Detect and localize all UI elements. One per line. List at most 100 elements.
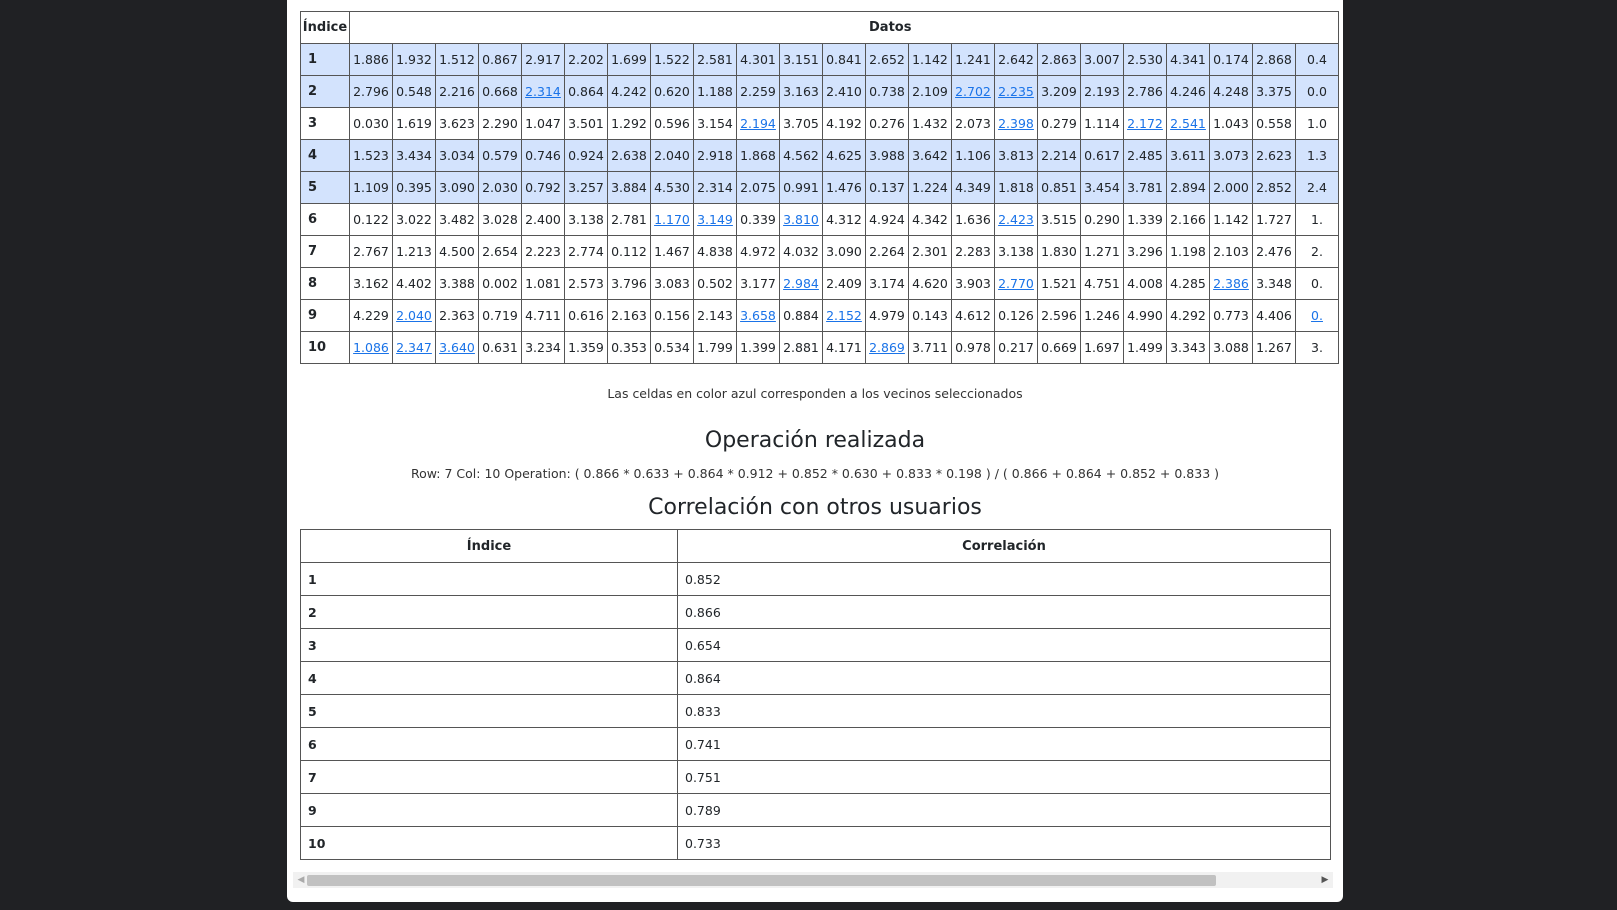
- data-cell: 2.223: [521, 235, 565, 268]
- neighbor-value-link[interactable]: 2.398: [998, 116, 1034, 131]
- data-cell: 3.088: [1209, 331, 1253, 364]
- neighbor-value-link[interactable]: 2.040: [396, 308, 432, 323]
- neighbor-value-link[interactable]: 2.152: [826, 308, 862, 323]
- data-cell: 1.521: [1037, 267, 1081, 300]
- data-cell: 1.3: [1295, 139, 1339, 172]
- neighbor-value-link[interactable]: 2.172: [1127, 116, 1163, 131]
- neighbor-value-link[interactable]: 1.086: [353, 340, 389, 355]
- neighbor-value-link[interactable]: 2.702: [955, 84, 991, 99]
- data-cell: 2.400: [521, 203, 565, 236]
- data-cell: 0.738: [865, 75, 909, 108]
- data-cell: 1.109: [349, 171, 393, 204]
- data-cell: 3.781: [1123, 171, 1167, 204]
- data-cell: 1.522: [650, 43, 694, 76]
- horizontal-scrollbar[interactable]: ◀ ▶: [293, 872, 1333, 888]
- data-cell: 2.638: [607, 139, 651, 172]
- neighbor-value-link[interactable]: 2.314: [525, 84, 561, 99]
- data-cell: 0.122: [349, 203, 393, 236]
- data-table-viewport[interactable]: Índice Datos 1 1.886 1.932 1.512 0.867 2.917 2…: [300, 11, 1341, 373]
- data-cell: 3.813: [994, 139, 1038, 172]
- data-cell: 3.515: [1037, 203, 1081, 236]
- neighbor-value-link[interactable]: 2.194: [740, 116, 776, 131]
- correlation-value: 0.751: [677, 760, 1331, 794]
- neighbor-value-link[interactable]: 2.770: [998, 276, 1034, 291]
- correlation-row: 4 0.864: [300, 661, 1331, 695]
- data-cell: 0.548: [392, 75, 436, 108]
- data-cell: 2.073: [951, 107, 995, 140]
- data-cell: 1.830: [1037, 235, 1081, 268]
- data-cell: 0.112: [607, 235, 651, 268]
- data-cell: 3.090: [822, 235, 866, 268]
- neighbor-value-link[interactable]: 3.810: [783, 212, 819, 227]
- neighbor-value-link[interactable]: 3.640: [439, 340, 475, 355]
- scrollbar-thumb[interactable]: [307, 875, 1216, 886]
- data-row: 1 1.886 1.932 1.512 0.867 2.917 2.202 1.699 1.52…: [300, 43, 1339, 76]
- data-cell: 4.838: [693, 235, 737, 268]
- correlation-row: 10 0.733: [300, 826, 1331, 860]
- data-cell: 0.841: [822, 43, 866, 76]
- data-cell: 4.229: [349, 299, 393, 332]
- correlation-row: 1 0.852: [300, 562, 1331, 596]
- data-cell: 2.235: [994, 75, 1038, 108]
- data-cell: 1.106: [951, 139, 995, 172]
- data-cell: 0.558: [1252, 107, 1296, 140]
- correlation-row: 2 0.866: [300, 595, 1331, 629]
- data-cell: 2.264: [865, 235, 909, 268]
- data-cell: 2.918: [693, 139, 737, 172]
- data-cell: 1.114: [1080, 107, 1124, 140]
- neighbor-value-link[interactable]: 2.235: [998, 84, 1034, 99]
- data-cell: 1.636: [951, 203, 995, 236]
- neighbor-value-link[interactable]: 2.984: [783, 276, 819, 291]
- data-cell: 4.032: [779, 235, 823, 268]
- data-cell: 4.008: [1123, 267, 1167, 300]
- neighbor-value-link[interactable]: 2.347: [396, 340, 432, 355]
- correlation-row-index: 2: [300, 595, 678, 629]
- data-cell: 2.103: [1209, 235, 1253, 268]
- data-cell: 2.363: [435, 299, 479, 332]
- data-cell: 2.283: [951, 235, 995, 268]
- data-cell: 1.499: [1123, 331, 1167, 364]
- correlation-value: 0.741: [677, 727, 1331, 761]
- scroll-right-arrow-icon[interactable]: ▶: [1317, 872, 1333, 888]
- data-row: 10 1.086 2.347 3.640 0.631 3.234 1.359 0.353 0.5…: [300, 331, 1339, 364]
- data-cell: 2.868: [1252, 43, 1296, 76]
- data-cell: 0.616: [564, 299, 608, 332]
- neighbor-value-link[interactable]: 3.658: [740, 308, 776, 323]
- neighbor-value-link[interactable]: 0.: [1311, 308, 1323, 323]
- data-cell: 0.746: [521, 139, 565, 172]
- data-cell: 4.979: [865, 299, 909, 332]
- data-row: 2 2.796 0.548 2.216 0.668 2.314 0.864 4.242 0.62…: [300, 75, 1339, 108]
- neighbor-value-link[interactable]: 2.541: [1170, 116, 1206, 131]
- data-table: Índice Datos 1 1.886 1.932 1.512 0.867 2.917 2…: [300, 11, 1339, 364]
- data-cell: 3.348: [1252, 267, 1296, 300]
- data-cell: 3.163: [779, 75, 823, 108]
- data-cell: 4.620: [908, 267, 952, 300]
- data-row: 7 2.767 1.213 4.500 2.654 2.223 2.774 0.112 1.46…: [300, 235, 1339, 268]
- content-card: Índice Datos 1 1.886 1.932 1.512 0.867 2.917 2…: [287, 0, 1343, 902]
- data-cell: 0.502: [693, 267, 737, 300]
- data-cell: 2.398: [994, 107, 1038, 140]
- neighbor-value-link[interactable]: 2.869: [869, 340, 905, 355]
- correlation-table: Índice Correlación 1 0.852 2 0.866 3 0.654 4 0.…: [300, 529, 1331, 860]
- correlation-row-index: 3: [300, 628, 678, 662]
- data-cell: 1.043: [1209, 107, 1253, 140]
- data-cell: 2.143: [693, 299, 737, 332]
- data-cell: 1.699: [607, 43, 651, 76]
- neighbor-value-link[interactable]: 2.423: [998, 212, 1034, 227]
- data-cell: 1.619: [392, 107, 436, 140]
- neighbor-value-link[interactable]: 3.149: [697, 212, 733, 227]
- correlation-row-index: 1: [300, 562, 678, 596]
- data-cell: 2.314: [521, 75, 565, 108]
- data-cell: 0.924: [564, 139, 608, 172]
- data-row: 6 0.122 3.022 3.482 3.028 2.400 3.138 2.781 1.17…: [300, 203, 1339, 236]
- neighbor-value-link[interactable]: 2.386: [1213, 276, 1249, 291]
- correlation-title: Correlación con otros usuarios: [648, 495, 982, 520]
- data-cell: 0.030: [349, 107, 393, 140]
- data-cell: 1.241: [951, 43, 995, 76]
- neighbor-value-link[interactable]: 1.170: [654, 212, 690, 227]
- data-row-index: 5: [300, 171, 350, 204]
- data-cell: 4.990: [1123, 299, 1167, 332]
- data-cell: 0.395: [392, 171, 436, 204]
- data-cell: 0.126: [994, 299, 1038, 332]
- data-cell: 4.312: [822, 203, 866, 236]
